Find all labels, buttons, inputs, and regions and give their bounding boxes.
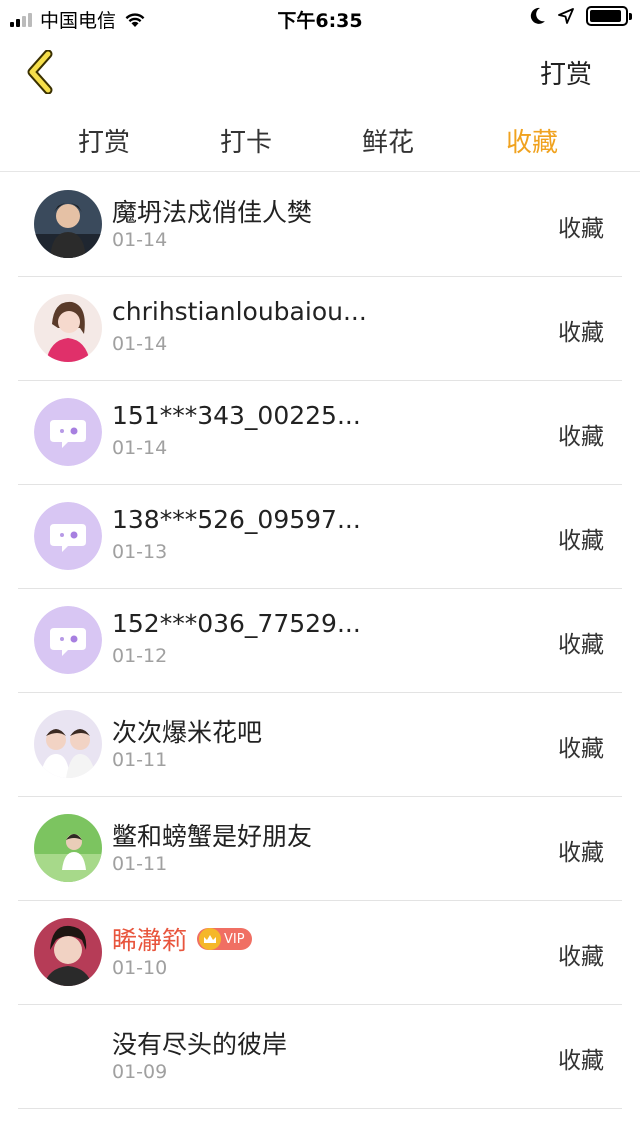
list-item[interactable]: 151***343_00225... 01-14 收藏 bbox=[18, 381, 622, 485]
vip-label: VIP bbox=[224, 931, 245, 947]
avatar[interactable] bbox=[34, 606, 102, 674]
list-item[interactable]: 鳖和螃蟹是好朋友 01-11 收藏 bbox=[18, 797, 622, 901]
user-name: 138***526_09597... bbox=[112, 505, 361, 534]
favorite-date: 01-11 bbox=[112, 853, 168, 875]
favorite-label: 收藏 bbox=[558, 632, 604, 658]
avatar[interactable] bbox=[34, 1022, 102, 1090]
list-item[interactable]: chrihstianloubaiou... 01-14 收藏 bbox=[18, 277, 622, 381]
chat-bubble-icon bbox=[34, 502, 102, 570]
user-name: 没有尽头的彼岸 bbox=[112, 1030, 288, 1059]
list-item[interactable]: 138***526_09597... 01-13 收藏 bbox=[18, 485, 622, 589]
list-item[interactable]: 次次爆米花吧 01-11 收藏 bbox=[18, 693, 622, 797]
favorite-date: 01-10 bbox=[112, 957, 168, 979]
tab-flowers[interactable]: 鲜花 bbox=[362, 122, 414, 159]
list-item[interactable]: 魔坍法戍俏佳人樊 01-14 收藏 bbox=[18, 173, 622, 277]
nav-bar: 打赏 bbox=[0, 36, 640, 108]
back-button[interactable] bbox=[22, 49, 62, 95]
list-item[interactable]: 睎瀞筣 VIP 01-10 收藏 bbox=[18, 901, 622, 1005]
favorite-date: 01-11 bbox=[112, 749, 168, 771]
moon-icon bbox=[530, 7, 545, 24]
status-right bbox=[530, 6, 632, 26]
favorite-label: 收藏 bbox=[558, 1048, 604, 1074]
user-name: 151***343_00225... bbox=[112, 401, 361, 430]
tab-reward[interactable]: 打赏 bbox=[78, 122, 130, 159]
avatar[interactable] bbox=[34, 710, 102, 778]
favorite-date: 01-12 bbox=[112, 645, 168, 667]
battery-icon bbox=[586, 6, 632, 26]
user-name: 睎瀞筣 VIP bbox=[112, 921, 252, 957]
avatar[interactable] bbox=[34, 294, 102, 362]
favorite-date: 01-13 bbox=[112, 541, 168, 563]
avatar[interactable] bbox=[34, 398, 102, 466]
chat-bubble-icon bbox=[34, 398, 102, 466]
favorites-list: 魔坍法戍俏佳人樊 01-14 收藏 chrihstianloubaiou... … bbox=[0, 173, 640, 1109]
tab-favorites[interactable]: 收藏 bbox=[506, 122, 558, 159]
favorite-label: 收藏 bbox=[558, 528, 604, 554]
reward-button[interactable]: 打赏 bbox=[540, 54, 592, 91]
tab-bar: 打赏 打卡 鲜花 收藏 bbox=[0, 108, 640, 172]
favorite-label: 收藏 bbox=[558, 840, 604, 866]
location-arrow-icon bbox=[558, 8, 574, 24]
list-item[interactable]: 152***036_77529... 01-12 收藏 bbox=[18, 589, 622, 693]
favorite-label: 收藏 bbox=[558, 320, 604, 346]
favorite-label: 收藏 bbox=[558, 424, 604, 450]
favorite-date: 01-09 bbox=[112, 1061, 168, 1083]
status-bar: 中国电信 下午6:35 bbox=[0, 0, 640, 36]
favorite-label: 收藏 bbox=[558, 216, 604, 242]
user-name: 魔坍法戍俏佳人樊 bbox=[112, 198, 313, 227]
user-name: 次次爆米花吧 bbox=[112, 718, 263, 747]
chevron-left-icon bbox=[27, 49, 53, 95]
chat-bubble-icon bbox=[34, 606, 102, 674]
avatar[interactable] bbox=[34, 502, 102, 570]
favorite-date: 01-14 bbox=[112, 333, 168, 355]
vip-badge: VIP bbox=[197, 928, 252, 950]
avatar[interactable] bbox=[34, 190, 102, 258]
list-item[interactable]: 没有尽头的彼岸 01-09 收藏 bbox=[18, 1005, 622, 1109]
favorite-date: 01-14 bbox=[112, 437, 168, 459]
user-name: 152***036_77529... bbox=[112, 609, 361, 638]
avatar[interactable] bbox=[34, 814, 102, 882]
avatar[interactable] bbox=[34, 918, 102, 986]
tab-checkin[interactable]: 打卡 bbox=[220, 122, 272, 159]
favorite-label: 收藏 bbox=[558, 736, 604, 762]
user-name: 鳖和螃蟹是好朋友 bbox=[112, 822, 313, 851]
favorite-date: 01-14 bbox=[112, 229, 168, 251]
user-name: chrihstianloubaiou... bbox=[112, 297, 367, 326]
favorite-label: 收藏 bbox=[558, 944, 604, 970]
crown-icon bbox=[199, 928, 222, 950]
battery-level bbox=[590, 10, 622, 22]
